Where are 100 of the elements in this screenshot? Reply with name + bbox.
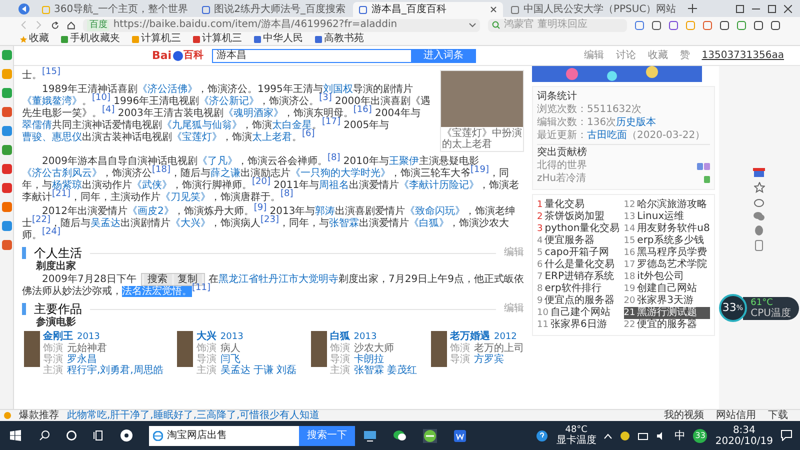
article-link[interactable]: 《九尾狐与仙翁》 <box>162 120 242 131</box>
window-menu-icon[interactable] <box>736 4 744 12</box>
article-link[interactable]: 《刀见笑》 <box>160 192 210 203</box>
article-link[interactable]: 曹骏、惠思仪 <box>22 132 82 143</box>
article-link[interactable]: 吴孟达 <box>90 218 120 229</box>
article-link[interactable]: 《白狐》 <box>408 218 449 229</box>
reference-link[interactable]: [19] <box>470 164 489 174</box>
close-icon[interactable] <box>490 6 498 13</box>
hot-search-link[interactable]: 3 python量化交易 <box>537 223 620 235</box>
reference-link[interactable]: [3] <box>319 92 332 102</box>
new-tab-icon[interactable] <box>688 4 698 13</box>
article-link[interactable]: 薛之谦 <box>210 168 240 179</box>
taskbar-search-field[interactable]: 淘宝网店出售 <box>149 426 299 446</box>
tray-badge[interactable]: 33 <box>693 428 708 442</box>
article-link[interactable]: 《武侠》 <box>132 180 172 191</box>
hot-search-link[interactable]: 20 张家界3天游 <box>624 295 710 307</box>
reference-link[interactable]: [15] <box>42 66 60 76</box>
hot-search-link[interactable]: 22 便宜的服务器 <box>624 319 710 331</box>
bookmark-link[interactable]: 收藏 <box>20 33 49 45</box>
article-link[interactable]: 《济公活佛》 <box>137 84 198 95</box>
article-link[interactable]: 《致命闪玩》 <box>405 206 466 217</box>
hot-search-link[interactable]: 18 it外包公司 <box>624 271 710 283</box>
address-field[interactable]: 百度 https://baike.baidu.com/item/游本昌/4619962?fr=aladdin <box>83 18 480 32</box>
browser-tab[interactable]: 图说2练丹大师法号_百度搜索 <box>196 2 352 17</box>
hot-search-link[interactable]: 9 便宜点的服务器 <box>537 295 620 307</box>
maximize-icon[interactable] <box>768 4 776 12</box>
article-link[interactable]: 《画皮2》 <box>127 206 174 217</box>
username-link[interactable]: 13503731356aa <box>702 50 784 62</box>
hot-search-link[interactable]: 13 Linux运维 <box>624 211 710 223</box>
reference-link[interactable]: [6] <box>302 128 315 138</box>
hot-search-link[interactable]: 4 便宜服务器 <box>537 235 620 247</box>
dropdown-icon[interactable] <box>469 22 476 28</box>
hot-search-link[interactable]: 12 哈尔滨旅游攻略 <box>624 199 710 211</box>
network-icon[interactable] <box>638 430 648 440</box>
field-link[interactable]: 闫飞 <box>220 354 240 366</box>
bookmark-link[interactable]: 中华人民 <box>254 33 303 45</box>
reference-link[interactable]: [24] <box>42 226 60 236</box>
search-icon[interactable] <box>39 430 50 441</box>
field-link[interactable]: 程行宇,刘勇君,周思皓 <box>67 365 164 376</box>
windows-start-icon[interactable] <box>10 430 21 441</box>
article-link[interactable]: 《了凡》 <box>197 156 238 167</box>
hot-search-link[interactable]: 14 用友财务软件u8 <box>624 223 710 235</box>
reference-link[interactable]: [20] <box>252 176 270 186</box>
notification-icon[interactable] <box>781 430 792 441</box>
reference-link[interactable]: [22] <box>32 214 50 224</box>
taskbar-search-button[interactable]: 搜索一下 <box>299 426 355 446</box>
movie-title-link[interactable]: 老万婚遇 <box>450 331 490 342</box>
contributor-name[interactable]: 北得的世界 <box>537 160 587 172</box>
article-link[interactable]: 周祖名 <box>319 180 350 191</box>
bookmark-link[interactable]: 计算机三 <box>132 33 181 45</box>
article-link[interactable]: 《李献计历险记》 <box>399 180 480 191</box>
header-action-link[interactable]: 收藏 <box>648 50 668 62</box>
article-link[interactable]: 郭涛 <box>315 206 336 217</box>
article-link[interactable]: 王聚伊 <box>388 156 419 167</box>
article-link[interactable]: 张智霖 <box>328 218 359 229</box>
status-bar-link[interactable]: 下载 <box>768 410 788 421</box>
reference-link[interactable]: [17] <box>322 116 340 126</box>
document-app-icon[interactable] <box>453 428 467 442</box>
back-icon[interactable] <box>18 2 30 14</box>
task-view-icon[interactable] <box>93 430 104 441</box>
hot-search-link[interactable]: 2 茶饼饭岗加盟 <box>537 211 620 223</box>
hot-search-link[interactable]: 16 黑马程序员学费 <box>624 247 710 259</box>
reference-link[interactable]: [8] <box>327 152 340 162</box>
close-icon[interactable] <box>784 4 792 12</box>
article-link[interactable]: 《董娥鳌湾》 <box>22 96 82 107</box>
article-link[interactable]: 《济公古刹风云》 <box>22 168 102 179</box>
field-link[interactable]: 方罗宾 <box>474 354 504 366</box>
popup-button[interactable]: 搜索 <box>144 274 172 285</box>
stat-value[interactable]: 古田吃面 <box>587 130 627 142</box>
header-action-link[interactable]: 赞 <box>680 50 690 62</box>
input-method-indicator[interactable]: 中 <box>674 430 686 442</box>
status-bar-link[interactable]: 我的视频 <box>664 410 704 421</box>
status-bar-link[interactable]: 网站信用 <box>716 410 756 421</box>
hot-search-link[interactable]: 5 capo开箱子网 <box>537 247 620 259</box>
contributor-name[interactable]: zHu若冷清 <box>537 173 586 185</box>
article-link[interactable]: 刘国权 <box>322 84 353 95</box>
movie-title-link[interactable]: 金刚王 <box>43 331 73 342</box>
reference-link[interactable]: [9] <box>254 202 267 212</box>
tray-app-icon[interactable] <box>620 430 630 440</box>
reference-link[interactable]: [8] <box>280 188 294 198</box>
article-link[interactable]: 杨紫琼 <box>52 180 82 191</box>
hot-search-link[interactable]: 21 黑游行测试题 <box>624 307 710 319</box>
help-icon[interactable] <box>536 430 548 442</box>
history-link[interactable]: 历史版本 <box>616 117 656 129</box>
reference-link[interactable]: [23] <box>260 214 279 224</box>
chevron-up-icon[interactable] <box>604 432 612 438</box>
hot-search-link[interactable]: 17 罗德岛艺术学院 <box>624 259 710 271</box>
hot-search-link[interactable]: 8 erp软件排行 <box>537 283 620 295</box>
reference-link[interactable]: [16] <box>353 104 372 114</box>
cortana-icon[interactable] <box>66 430 77 441</box>
reference-link[interactable]: [10] <box>92 92 110 102</box>
hot-search-link[interactable]: 1 量化交易 <box>537 199 620 211</box>
reload-icon[interactable] <box>50 20 60 30</box>
browser-tab[interactable]: 360导航_一个主页，整个世界 <box>36 2 194 17</box>
browser-tab[interactable]: 游本昌_百度百科 <box>353 2 504 17</box>
hot-search-link[interactable]: 19 创建自己网站 <box>624 283 710 295</box>
article-link[interactable]: 《济公新记》 <box>199 96 260 107</box>
chat-bubbles-icon[interactable] <box>753 211 766 221</box>
computer-icon[interactable] <box>363 428 377 442</box>
article-link[interactable]: 《魂明酒家》 <box>223 108 284 119</box>
